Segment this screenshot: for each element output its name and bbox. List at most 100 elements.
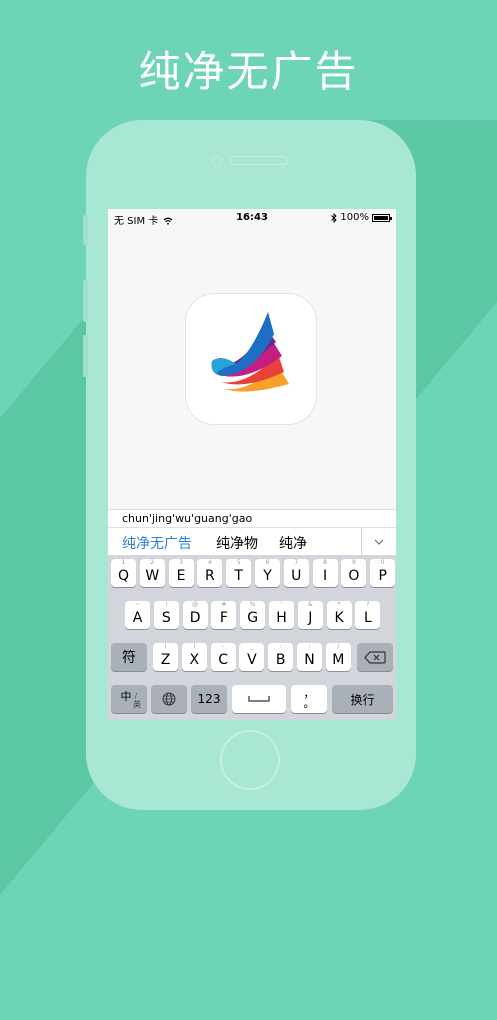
key-e[interactable]: 3E	[168, 559, 194, 587]
key-hint: 9	[351, 559, 356, 566]
globe-icon	[162, 692, 176, 706]
mute-switch	[83, 215, 88, 245]
key-n[interactable]: ; N	[297, 643, 322, 671]
key-label: Y	[263, 568, 272, 584]
key-label: D	[189, 610, 201, 626]
key-m[interactable]: / M	[325, 643, 351, 671]
key-v[interactable]: _ V	[239, 643, 265, 671]
key-label: O	[348, 568, 360, 584]
numeric-key-label: 123	[197, 692, 221, 706]
space-key[interactable]	[232, 685, 286, 713]
phone-screen: 无 SIM 卡 16:43 100% chun'jing'wu'guang'ga…	[108, 209, 396, 720]
backspace-icon	[364, 650, 386, 664]
language-switch-key[interactable]: 中 / 英	[111, 685, 147, 713]
symbol-key[interactable]: 符	[111, 643, 147, 671]
key-hint: #	[221, 601, 227, 608]
key-u[interactable]: 7U	[283, 559, 309, 587]
key-label: S	[161, 610, 171, 626]
key-hint: !	[165, 601, 168, 608]
key-label: Z	[160, 652, 171, 668]
key-o[interactable]: 9O	[341, 559, 367, 587]
numeric-key[interactable]: 123	[191, 685, 227, 713]
volume-up-button	[83, 280, 88, 322]
symbol-key-label: 符	[122, 650, 136, 666]
candidate-item[interactable]: 纯净物	[216, 533, 258, 553]
key-a[interactable]: ~ A	[125, 601, 150, 629]
key-d[interactable]: @ D	[182, 601, 208, 629]
key-hint: 6	[265, 559, 270, 566]
key-hint: (	[164, 643, 167, 650]
key-f[interactable]: # F	[211, 601, 237, 629]
globe-key[interactable]	[151, 685, 187, 713]
key-label: C	[218, 652, 228, 668]
key-j[interactable]: & J	[297, 601, 323, 629]
headline-text: 纯净无广告	[138, 47, 359, 96]
key-label: I	[323, 568, 328, 584]
status-right: 100%	[331, 212, 392, 223]
punctuation-key[interactable]: ， 。	[291, 685, 327, 713]
lang-key-main: 中	[120, 690, 132, 703]
candidate-item[interactable]: 纯净	[279, 533, 307, 553]
status-bar: 无 SIM 卡 16:43 100%	[108, 209, 396, 227]
key-z[interactable]: (Z	[153, 643, 178, 671]
earpiece-speaker	[230, 156, 288, 165]
key-l[interactable]: ? L	[355, 601, 381, 629]
front-camera	[212, 156, 222, 166]
key-label: X	[189, 652, 200, 668]
volume-down-button	[83, 335, 88, 377]
key-hint: &	[307, 601, 313, 608]
key-s[interactable]: ! S	[153, 601, 179, 629]
app-icon	[186, 294, 316, 424]
space-bar-icon	[248, 696, 270, 702]
expand-candidates-button[interactable]	[361, 528, 396, 555]
key-t[interactable]: 5T	[226, 559, 252, 587]
battery-percent: 100%	[340, 212, 369, 223]
key-y[interactable]: 6Y	[255, 559, 280, 587]
key-label: W	[145, 568, 160, 584]
key-hint: _	[250, 643, 254, 650]
key-hint: 7	[294, 559, 299, 566]
return-key[interactable]: 换行	[332, 685, 393, 713]
key-c[interactable]: -C	[210, 643, 236, 671]
key-g[interactable]: % G	[240, 601, 266, 629]
key-label: M	[332, 652, 345, 668]
key-hint: 5	[236, 559, 241, 566]
key-label: R	[205, 568, 215, 584]
key-label: A	[132, 610, 143, 626]
key-hint: -	[222, 643, 225, 650]
key-hint: *	[337, 601, 341, 608]
key-label: H	[276, 610, 287, 626]
key-label: P	[378, 568, 387, 584]
key-label: Q	[117, 568, 130, 584]
bluetooth-icon	[331, 212, 338, 223]
key-hint: @	[192, 601, 199, 608]
return-key-label: 换行	[350, 692, 375, 707]
home-button[interactable]	[220, 730, 280, 790]
delete-key[interactable]	[357, 643, 393, 671]
key-h[interactable]: ' H	[269, 601, 294, 629]
key-hint: '	[280, 601, 283, 608]
key-k[interactable]: * K	[326, 601, 352, 629]
key-hint: 4	[207, 559, 212, 566]
pinyin-input-text: chun'jing'wu'guang'gao	[122, 512, 253, 525]
pinyin-composition-bar: chun'jing'wu'guang'gao	[108, 509, 396, 528]
key-hint: %	[249, 601, 256, 608]
key-x[interactable]: ) X	[181, 643, 207, 671]
key-label: E	[176, 568, 186, 584]
key-label: B	[275, 652, 286, 668]
key-q[interactable]: 1Q	[111, 559, 136, 587]
candidate-item[interactable]: 纯净无广告	[122, 533, 192, 553]
key-r[interactable]: 4R	[197, 559, 223, 587]
key-p[interactable]: 0P	[370, 559, 396, 587]
key-hint: 0	[380, 559, 385, 566]
key-label: U	[291, 568, 302, 584]
key-i[interactable]: 8I	[312, 559, 338, 587]
key-label: J	[308, 610, 313, 626]
key-b[interactable]: :B	[268, 643, 294, 671]
key-label: T	[234, 568, 243, 584]
key-hint: ?	[366, 601, 370, 608]
battery-icon	[372, 213, 392, 222]
key-hint: /	[337, 643, 340, 650]
key-w[interactable]: 2W	[139, 559, 165, 587]
key-hint: )	[193, 643, 196, 650]
